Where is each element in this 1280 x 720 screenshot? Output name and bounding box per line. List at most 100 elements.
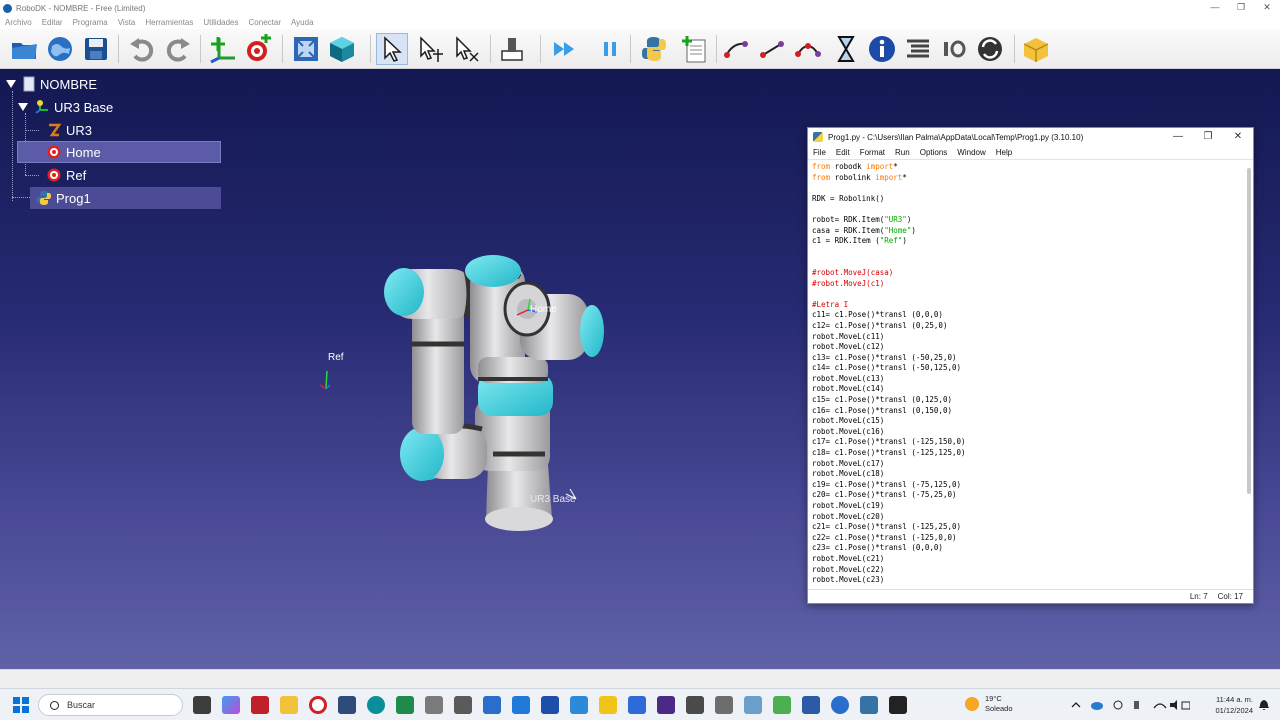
minimize-button[interactable]: —: [1202, 0, 1228, 16]
editor-close-button[interactable]: ✕: [1223, 128, 1253, 146]
menu-utilidades[interactable]: Utilidades: [198, 16, 243, 29]
dna-app-icon[interactable]: [744, 696, 762, 714]
pause-icon[interactable]: [594, 33, 626, 65]
menu-editar[interactable]: Editar: [37, 16, 68, 29]
movel-icon[interactable]: [756, 33, 788, 65]
user-app-icon[interactable]: [483, 696, 501, 714]
package-icon[interactable]: [1020, 33, 1052, 65]
tree-ref-label: Ref: [66, 167, 87, 183]
ava-app-icon[interactable]: [686, 696, 704, 714]
redo-icon[interactable]: [162, 33, 194, 65]
file-explorer-icon[interactable]: [280, 696, 298, 714]
box-app-icon[interactable]: [425, 696, 443, 714]
vscode-icon[interactable]: [512, 696, 530, 714]
tree-item-ur3[interactable]: UR3: [46, 119, 92, 141]
play-icon[interactable]: [548, 33, 580, 65]
move-tool-icon[interactable]: [450, 33, 482, 65]
notification-bell-icon[interactable]: [1258, 699, 1270, 711]
python-icon[interactable]: [638, 33, 670, 65]
cube-app-icon[interactable]: [454, 696, 472, 714]
menu-conectar[interactable]: Conectar: [244, 16, 286, 29]
checklist-app-icon[interactable]: [338, 696, 356, 714]
base-frame-label: UR3 Base: [530, 494, 576, 505]
program-call-icon[interactable]: [974, 33, 1006, 65]
python-idle-taskbar-icon[interactable]: [860, 696, 878, 714]
tree-item-prog1[interactable]: Prog1: [30, 187, 221, 209]
fit-all-icon[interactable]: [290, 33, 322, 65]
taskbar-clock[interactable]: 11:44 a. m. 01/12/2024: [1205, 694, 1253, 716]
movec-icon[interactable]: [792, 33, 824, 65]
menu-programa[interactable]: Programa: [68, 16, 113, 29]
taskbar-search-box[interactable]: Buscar: [38, 694, 183, 716]
arduino-icon[interactable]: [367, 696, 385, 714]
add-reference-frame-icon[interactable]: [206, 33, 238, 65]
editor-menu-options[interactable]: Options: [915, 146, 953, 159]
menu-ayuda[interactable]: Ayuda: [286, 16, 319, 29]
ki-app-icon[interactable]: [657, 696, 675, 714]
editor-menu-file[interactable]: File: [808, 146, 831, 159]
tree-item-home[interactable]: Home: [17, 141, 221, 163]
cursor-line: Ln: 7: [1189, 592, 1208, 601]
info-icon[interactable]: [866, 33, 898, 65]
menu-herramientas[interactable]: Herramientas: [140, 16, 198, 29]
editor-scrollbar[interactable]: [1247, 168, 1251, 494]
open-station-icon[interactable]: [8, 33, 40, 65]
save-icon[interactable]: [80, 33, 112, 65]
maximize-button[interactable]: ❐: [1228, 0, 1254, 16]
solidworks-icon[interactable]: [251, 696, 269, 714]
close-button[interactable]: ✕: [1254, 0, 1280, 16]
collapse-arrow-icon[interactable]: [6, 80, 16, 88]
code-line: casa = RDK.Item("Home"): [812, 225, 916, 235]
photo-app-icon[interactable]: [628, 696, 646, 714]
tools-app-icon[interactable]: [715, 696, 733, 714]
editor-menu-edit[interactable]: Edit: [831, 146, 855, 159]
editor-menu-run[interactable]: Run: [890, 146, 915, 159]
editor-maximize-button[interactable]: ❐: [1193, 128, 1223, 146]
online-library-icon[interactable]: [44, 33, 76, 65]
editor-menu-window[interactable]: Window: [952, 146, 990, 159]
matlab-icon[interactable]: [802, 696, 820, 714]
code-line: robot.MoveL(c22): [812, 564, 885, 574]
editor-minimize-button[interactable]: —: [1163, 128, 1193, 146]
ref-frame-axes-icon[interactable]: [316, 365, 336, 391]
opera-icon[interactable]: [309, 696, 327, 714]
io-icon[interactable]: [938, 33, 970, 65]
tree-item-ur3-base[interactable]: UR3 Base: [18, 96, 113, 118]
move-reference-icon[interactable]: [414, 33, 446, 65]
move-robot-icon[interactable]: [496, 33, 528, 65]
editor-menu-format[interactable]: Format: [855, 146, 890, 159]
inventor-icon[interactable]: [541, 696, 559, 714]
menu-archivo[interactable]: Archivo: [0, 16, 37, 29]
code-text-area[interactable]: from robodk import* from robolink import*…: [808, 162, 1246, 590]
system-tray-icons[interactable]: [1070, 699, 1190, 711]
weather-widget[interactable]: 19°C Soleado: [985, 694, 1013, 714]
tree-item-station[interactable]: NOMBRE: [6, 73, 97, 95]
editor-menu-help[interactable]: Help: [991, 146, 1017, 159]
code-line: robot.MoveL(c17): [812, 458, 885, 468]
code-line: robot.MoveL(c21): [812, 553, 885, 563]
proteus-icon[interactable]: [570, 696, 588, 714]
undo-icon[interactable]: [126, 33, 158, 65]
program-list-icon[interactable]: [902, 33, 934, 65]
chrome-icon[interactable]: [773, 696, 791, 714]
view-iso-icon[interactable]: [326, 33, 358, 65]
collapse-arrow-icon[interactable]: [18, 103, 28, 111]
robodk-taskbar-icon[interactable]: [831, 696, 849, 714]
terminal-icon[interactable]: [889, 696, 907, 714]
tree-item-ref[interactable]: Ref: [46, 164, 86, 186]
code-line: c16= c1.Pose()*transl (0,150,0): [812, 405, 952, 415]
pause-instruction-icon[interactable]: [830, 33, 862, 65]
python-editor-window[interactable]: Prog1.py - C:\Users\Ilan Palma\AppData\L…: [807, 127, 1254, 604]
add-target-icon[interactable]: [242, 33, 274, 65]
ur3-robot-model[interactable]: [370, 249, 620, 549]
android-app-icon[interactable]: [396, 696, 414, 714]
movej-icon[interactable]: [720, 33, 752, 65]
windows-start-icon[interactable]: [13, 697, 29, 713]
add-program-icon[interactable]: [678, 33, 710, 65]
select-icon[interactable]: [376, 33, 408, 65]
menu-vista[interactable]: Vista: [113, 16, 141, 29]
task-view-icon[interactable]: [193, 696, 211, 714]
copilot-icon[interactable]: [222, 696, 240, 714]
editor-title-bar: Prog1.py - C:\Users\Ilan Palma\AppData\L…: [808, 128, 1253, 146]
sticky-notes-icon[interactable]: [599, 696, 617, 714]
